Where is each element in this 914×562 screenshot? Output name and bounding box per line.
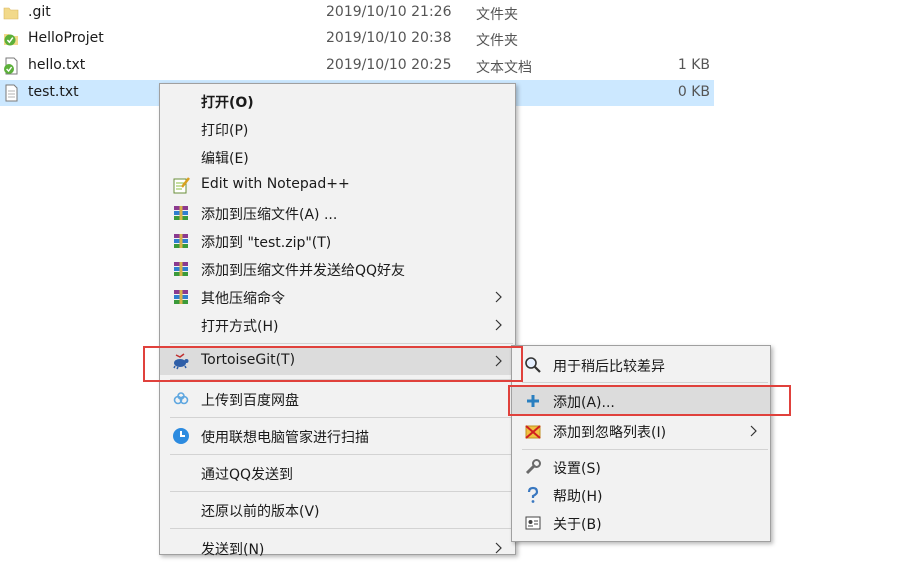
file-name: .git	[28, 4, 51, 20]
menu-item-label: 编辑(E)	[201, 151, 249, 167]
menu-separator	[170, 528, 513, 529]
chevron-right-icon	[495, 319, 502, 331]
tortoisegit-submenu: 用于稍后比较差异 添加(A)... 添加到忽略列表(I) 设置(S) 帮助(H)	[511, 345, 771, 542]
ignore-list-icon	[525, 425, 541, 439]
file-name: test.txt	[28, 84, 79, 100]
file-row-hello[interactable]: hello.txt 2019/10/10 20:25 文本文档 1 KB	[0, 53, 714, 79]
menu-item-notepad[interactable]: Edit with Notepad++	[160, 171, 515, 199]
baidu-netdisk-icon	[173, 392, 189, 405]
menu-separator	[522, 449, 768, 450]
context-menu: 打开(O) 打印(P) 编辑(E) Edit with Notepad++ 添加…	[159, 83, 516, 558]
menu-item-label: 添加到 "test.zip"(T)	[201, 235, 332, 251]
wrench-icon	[525, 459, 541, 475]
menu-item-label: 通过QQ发送到	[201, 467, 294, 483]
submenu-item-about[interactable]: 关于(B)	[512, 509, 770, 537]
menu-item-label: 使用联想电脑管家进行扫描	[201, 430, 369, 446]
submenu-item-label: 关于(B)	[553, 517, 602, 533]
winrar-icon	[174, 290, 188, 304]
menu-separator	[170, 417, 513, 418]
file-size: 1 KB	[677, 57, 710, 73]
menu-item-label: 其他压缩命令	[201, 291, 285, 307]
menu-item-label: 打印(P)	[201, 123, 249, 139]
menu-item-lenovo-scan[interactable]: 使用联想电脑管家进行扫描	[160, 422, 515, 450]
menu-item-restore[interactable]: 还原以前的版本(V)	[160, 496, 515, 524]
menu-separator	[170, 343, 513, 344]
menu-item-send-to[interactable]: 发送到(N)	[160, 534, 515, 562]
git-folder-icon	[4, 34, 18, 46]
magnifier-icon	[525, 357, 541, 373]
file-type: 文本文档	[476, 60, 532, 76]
menu-item-label: 发送到(N)	[201, 542, 265, 558]
menu-item-label: 添加到压缩文件并发送给QQ好友	[201, 263, 406, 279]
menu-item-baidu-upload[interactable]: 上传到百度网盘	[160, 385, 515, 413]
file-name: hello.txt	[28, 57, 86, 73]
submenu-item-label: 添加到忽略列表(I)	[553, 425, 667, 441]
winrar-icon	[174, 206, 188, 220]
submenu-item-help[interactable]: 帮助(H)	[512, 481, 770, 509]
file-row-git[interactable]: .git 2019/10/10 21:26 文件夹	[0, 0, 714, 26]
submenu-item-diff-later[interactable]: 用于稍后比较差异	[512, 351, 770, 379]
chevron-right-icon	[495, 542, 502, 554]
submenu-item-label: 用于稍后比较差异	[553, 359, 665, 375]
add-highlight-box	[508, 385, 791, 416]
menu-item-send-qq[interactable]: 通过QQ发送到	[160, 459, 515, 487]
about-info-icon	[525, 516, 541, 530]
menu-item-label: 打开方式(H)	[201, 319, 279, 335]
notepad-plus-icon	[173, 177, 190, 194]
winrar-icon	[174, 262, 188, 276]
help-question-icon	[527, 486, 539, 503]
git-file-icon	[4, 57, 18, 75]
menu-item-add-archive[interactable]: 添加到压缩文件(A) ...	[160, 199, 515, 227]
file-type: 文件夹	[476, 33, 518, 49]
menu-item-print[interactable]: 打印(P)	[160, 115, 515, 143]
chevron-right-icon	[750, 425, 757, 437]
menu-item-label: Edit with Notepad++	[201, 176, 350, 192]
menu-item-label: 添加到压缩文件(A) ...	[201, 207, 338, 223]
file-date: 2019/10/10 20:38	[326, 30, 452, 46]
menu-item-label: 还原以前的版本(V)	[201, 504, 320, 520]
file-type: 文件夹	[476, 7, 518, 23]
file-row-helloprojet[interactable]: HelloProjet 2019/10/10 20:38 文件夹	[0, 26, 714, 52]
lenovo-manager-icon	[173, 428, 189, 444]
file-date: 2019/10/10 20:25	[326, 57, 452, 73]
submenu-item-add-ignore[interactable]: 添加到忽略列表(I)	[512, 417, 770, 445]
winrar-icon	[174, 234, 188, 248]
folder-icon	[3, 7, 19, 20]
file-date: 2019/10/10 21:26	[326, 4, 452, 20]
menu-separator	[522, 382, 768, 383]
file-name: HelloProjet	[28, 30, 104, 46]
menu-item-open-with[interactable]: 打开方式(H)	[160, 311, 515, 339]
chevron-right-icon	[495, 291, 502, 303]
menu-item-other-compress[interactable]: 其他压缩命令	[160, 283, 515, 311]
submenu-item-label: 设置(S)	[553, 461, 601, 477]
menu-item-add-send-qq[interactable]: 添加到压缩文件并发送给QQ好友	[160, 255, 515, 283]
menu-item-label: 上传到百度网盘	[201, 393, 299, 409]
submenu-item-label: 帮助(H)	[553, 489, 603, 505]
menu-item-add-zip[interactable]: 添加到 "test.zip"(T)	[160, 227, 515, 255]
tortoisegit-highlight-box	[143, 346, 523, 382]
file-size: 0 KB	[677, 84, 710, 100]
menu-item-label: 打开(O)	[201, 95, 254, 111]
menu-separator	[170, 491, 513, 492]
menu-item-edit[interactable]: 编辑(E)	[160, 143, 515, 171]
menu-separator	[170, 454, 513, 455]
text-file-icon	[5, 84, 18, 102]
menu-item-open[interactable]: 打开(O)	[160, 87, 515, 115]
submenu-item-settings[interactable]: 设置(S)	[512, 453, 770, 481]
